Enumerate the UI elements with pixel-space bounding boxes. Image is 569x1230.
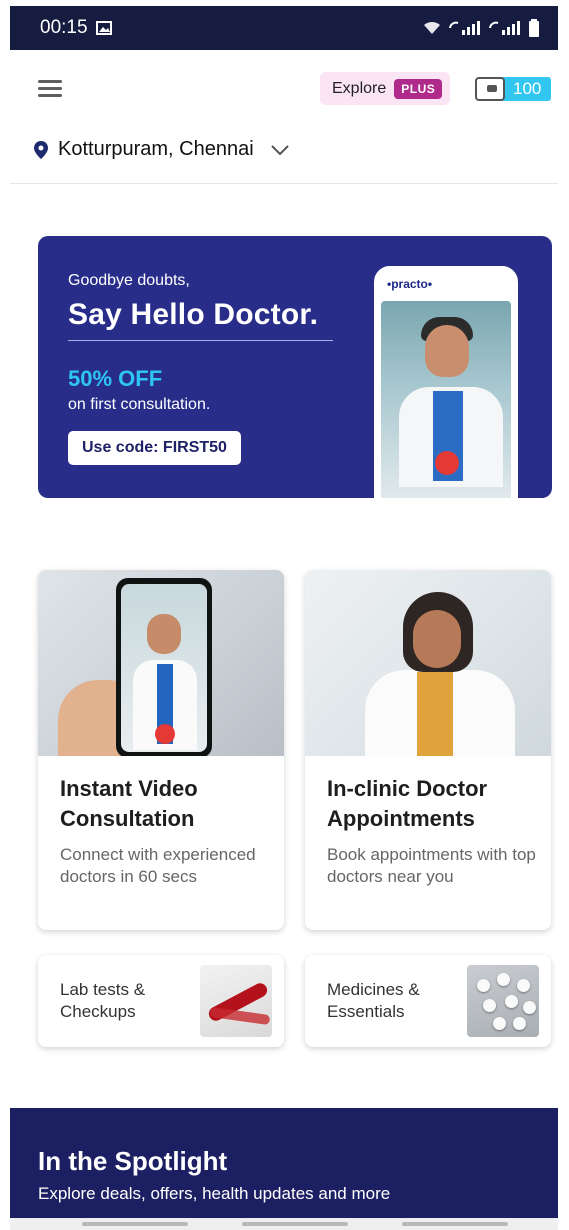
wallet-balance: 100 bbox=[499, 77, 552, 101]
pill-blister-image bbox=[467, 965, 539, 1037]
wifi-icon bbox=[424, 21, 440, 34]
banner-offer: 50% OFF bbox=[68, 366, 163, 391]
nav-back-handle[interactable] bbox=[402, 1222, 508, 1226]
wallet-button[interactable]: 100 bbox=[475, 76, 552, 102]
clinic-appointment-image bbox=[305, 570, 551, 756]
medicines-card[interactable]: Medicines & Essentials bbox=[305, 955, 551, 1047]
signal-icon-2 bbox=[489, 21, 520, 35]
phone-brand: •practo• bbox=[387, 277, 433, 291]
status-time-group: 00:15 bbox=[40, 17, 112, 39]
banner-phone-image: •practo• bbox=[374, 266, 518, 498]
status-time: 00:15 bbox=[40, 17, 88, 38]
video-consultation-card[interactable]: Instant Video Consultation Connect with … bbox=[38, 570, 284, 930]
banner-subtitle: Goodbye doubts, bbox=[68, 272, 190, 289]
card-title: Instant Video Consultation bbox=[60, 776, 198, 831]
spotlight-subtitle: Explore deals, offers, health updates an… bbox=[38, 1184, 391, 1203]
phone-screen bbox=[381, 301, 511, 498]
explore-plus-button[interactable]: Explore PLUS bbox=[320, 72, 451, 105]
banner-headline: Say Hello Doctor. bbox=[68, 298, 319, 331]
video-consultation-image bbox=[38, 570, 284, 756]
chevron-down-icon bbox=[270, 144, 289, 155]
spotlight-title: In the Spotlight bbox=[38, 1146, 228, 1176]
promo-code-button[interactable]: Use code: FIRST50 bbox=[68, 431, 241, 465]
location-text: Kotturpuram, Chennai bbox=[58, 138, 254, 160]
end-call-icon bbox=[155, 724, 175, 744]
location-pin-icon bbox=[34, 140, 48, 159]
status-icons bbox=[422, 19, 540, 37]
blood-test-tube-image bbox=[200, 965, 272, 1037]
explore-label: Explore bbox=[332, 79, 387, 97]
card-description: Connect with experienced doctors in 60 s… bbox=[60, 845, 256, 886]
mini-card-label: Medicines & Essentials bbox=[327, 980, 420, 1021]
image-icon bbox=[95, 21, 112, 35]
lab-tests-card[interactable]: Lab tests & Checkups bbox=[38, 955, 284, 1047]
wallet-icon bbox=[475, 77, 505, 101]
status-bar: 00:15 bbox=[10, 6, 558, 50]
app-header: Explore PLUS 100 Kotturpuram, Chennai bbox=[10, 50, 558, 184]
plus-badge: PLUS bbox=[394, 78, 443, 99]
mini-card-label: Lab tests & Checkups bbox=[60, 980, 146, 1021]
card-title: In-clinic Doctor Appointments bbox=[327, 776, 488, 831]
banner-offer-sub: on first consultation. bbox=[68, 396, 211, 413]
promo-banner[interactable]: Goodbye doubts, Say Hello Doctor. 50% OF… bbox=[38, 236, 552, 498]
spotlight-section: In the Spotlight Explore deals, offers, … bbox=[10, 1108, 558, 1220]
nav-recents-handle[interactable] bbox=[82, 1222, 188, 1226]
system-nav-bar bbox=[10, 1218, 558, 1230]
menu-icon[interactable] bbox=[38, 80, 62, 98]
clinic-appointment-card[interactable]: In-clinic Doctor Appointments Book appoi… bbox=[305, 570, 551, 930]
nav-home-handle[interactable] bbox=[242, 1222, 348, 1226]
signal-icon bbox=[449, 21, 480, 35]
end-call-icon bbox=[435, 451, 459, 475]
card-description: Book appointments with top doctors near … bbox=[327, 845, 536, 886]
location-selector[interactable]: Kotturpuram, Chennai bbox=[34, 138, 290, 161]
battery-icon bbox=[529, 19, 539, 37]
banner-divider bbox=[68, 340, 333, 341]
